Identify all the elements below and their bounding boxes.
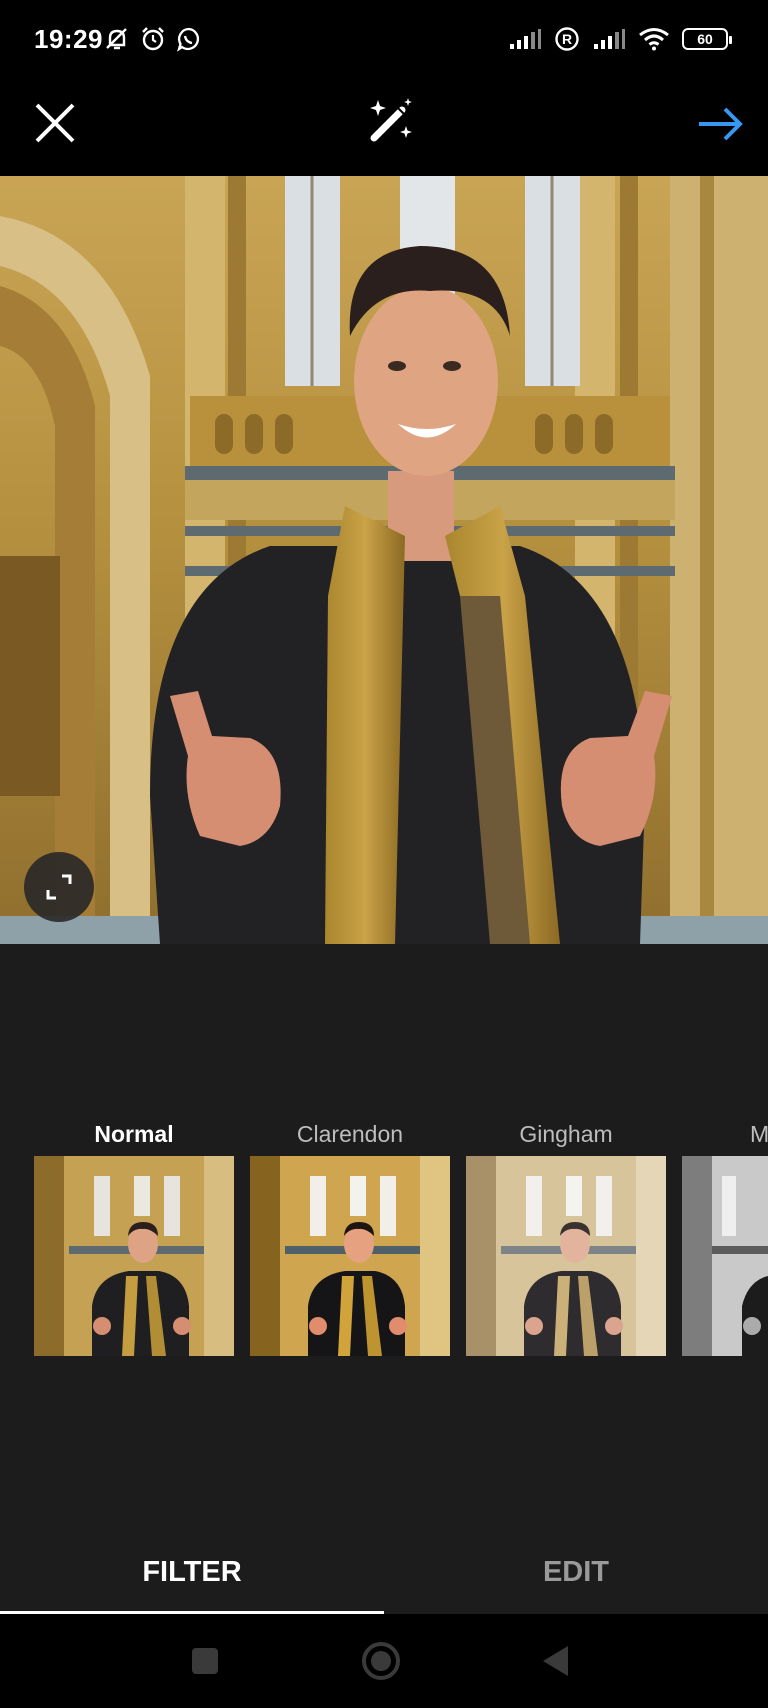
tab-edit[interactable]: EDIT bbox=[384, 1530, 768, 1614]
close-button[interactable] bbox=[30, 98, 80, 148]
tab-filter[interactable]: FILTER bbox=[0, 1530, 384, 1614]
back-triangle-icon[interactable] bbox=[540, 1644, 572, 1678]
magic-wand-icon bbox=[370, 98, 412, 142]
recents-square-icon[interactable] bbox=[190, 1646, 220, 1676]
photo-preview bbox=[0, 176, 768, 944]
expand-button[interactable] bbox=[24, 852, 94, 922]
filter-thumbnail-normal[interactable] bbox=[34, 1156, 234, 1356]
signal-icon bbox=[594, 29, 625, 49]
status-time: 19:29 bbox=[34, 24, 103, 54]
battery-level: 60 bbox=[697, 31, 713, 47]
status-right-icons: R 60 bbox=[508, 26, 732, 52]
status-bar: 19:29 R 60 bbox=[0, 0, 768, 84]
roaming-r-icon: R bbox=[555, 27, 579, 51]
thumbnail-image bbox=[682, 1156, 768, 1356]
close-icon bbox=[35, 103, 75, 143]
filter-label: M bbox=[750, 1121, 768, 1147]
filter-label: Normal bbox=[94, 1121, 174, 1147]
battery-icon: 60 bbox=[682, 28, 732, 50]
whatsapp-icon bbox=[176, 27, 200, 52]
filter-gingham[interactable]: Gingham bbox=[466, 1118, 666, 1150]
filter-thumbnail-clarendon[interactable] bbox=[250, 1156, 450, 1356]
system-nav-bar bbox=[0, 1614, 768, 1708]
filter-normal[interactable]: Normal bbox=[34, 1118, 234, 1150]
thumbnail-image bbox=[466, 1156, 666, 1356]
filter-label: Clarendon bbox=[296, 1121, 404, 1147]
next-button[interactable] bbox=[694, 98, 746, 150]
alarm-icon bbox=[142, 27, 164, 51]
status-left-icons bbox=[104, 26, 202, 52]
filter-label: Gingham bbox=[519, 1121, 613, 1147]
wifi-icon bbox=[639, 28, 669, 51]
home-circle-icon[interactable] bbox=[360, 1640, 402, 1682]
thumbnail-image bbox=[250, 1156, 450, 1356]
magic-wand-button[interactable] bbox=[366, 96, 416, 146]
signal-icon bbox=[510, 29, 541, 49]
filter-thumbnail-gingham[interactable] bbox=[466, 1156, 666, 1356]
filter-clarendon[interactable]: Clarendon bbox=[250, 1118, 450, 1150]
mute-bell-icon bbox=[106, 28, 127, 50]
expand-icon bbox=[46, 874, 72, 900]
arrow-right-icon bbox=[699, 107, 743, 141]
filter-thumbnail-m[interactable] bbox=[682, 1156, 768, 1356]
photo-image bbox=[0, 176, 768, 944]
svg-text:R: R bbox=[562, 31, 572, 47]
filter-m[interactable]: M bbox=[682, 1118, 768, 1150]
thumbnail-image bbox=[34, 1156, 234, 1356]
mode-tabs: FILTER EDIT bbox=[0, 1530, 768, 1614]
top-toolbar bbox=[0, 84, 768, 176]
